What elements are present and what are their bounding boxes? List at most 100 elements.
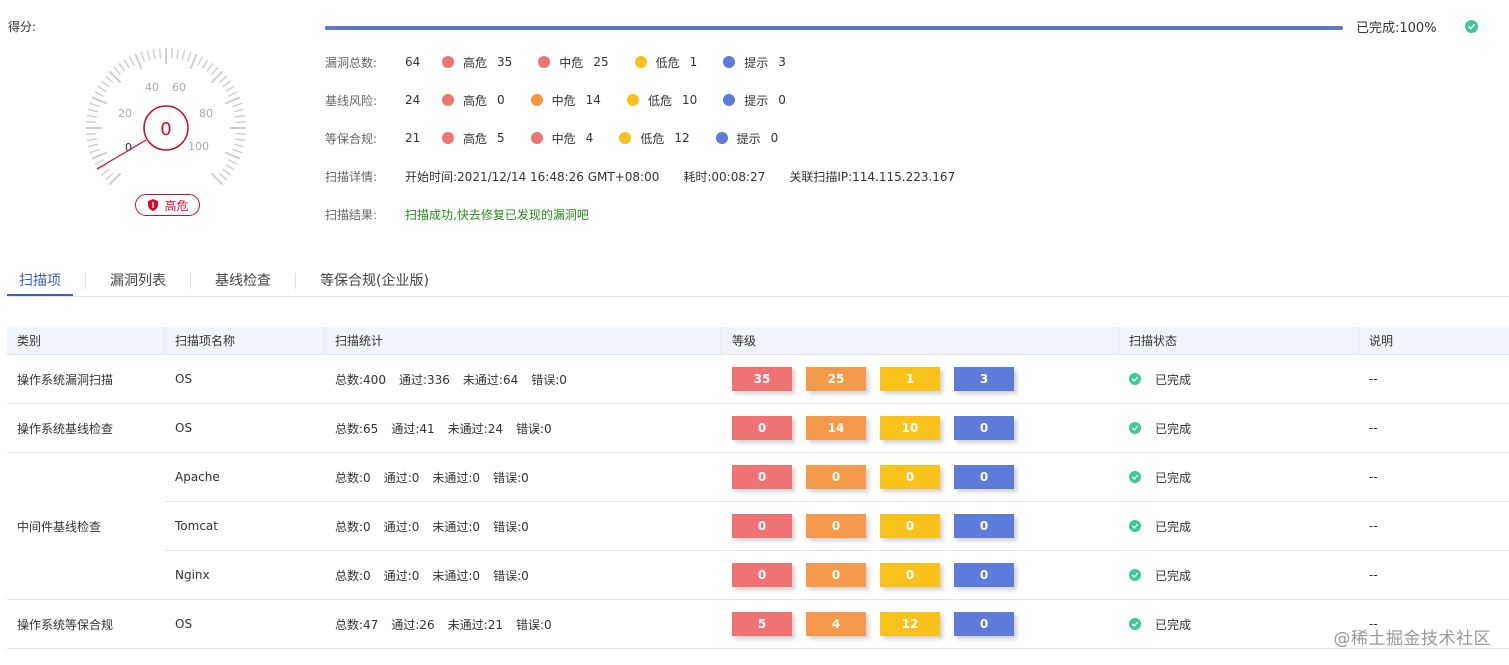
row-status: 已完成 bbox=[1119, 404, 1359, 452]
row-note: -- bbox=[1369, 470, 1378, 484]
level-count-badge[interactable]: 5 bbox=[732, 612, 792, 636]
level-count-badge[interactable]: 0 bbox=[732, 514, 792, 538]
row-stats: 总数:400 通过:336 未通过:64 错误:0 bbox=[325, 355, 722, 403]
row-stat: 未通过:0 bbox=[432, 470, 481, 485]
level-count-badge[interactable]: 12 bbox=[880, 612, 940, 636]
table-row: Tomcat 总数:0 通过:0 未通过:0 错误:0 0 0 0 0 已完成 -- bbox=[7, 502, 1509, 551]
level-count-badge[interactable]: 0 bbox=[954, 563, 1014, 587]
check-circle-icon bbox=[1129, 373, 1141, 385]
tab-bar: 扫描项 漏洞列表 基线检查 等保合规(企业版) bbox=[7, 266, 1509, 297]
level-count-badge[interactable]: 0 bbox=[806, 465, 866, 489]
row-stat: 未通过:0 bbox=[432, 568, 481, 583]
progress-text: 已完成:100% bbox=[1356, 21, 1437, 36]
gauge-tick-mark bbox=[91, 151, 108, 160]
tab-vuln-list[interactable]: 漏洞列表 bbox=[98, 266, 178, 296]
row-levels: 35 25 1 3 bbox=[722, 355, 1119, 403]
gauge-tick-mark bbox=[210, 66, 219, 76]
table-row: Nginx 总数:0 通过:0 未通过:0 错误:0 0 0 0 0 已完成 -- bbox=[7, 551, 1509, 600]
gauge-tick-mark bbox=[146, 50, 151, 61]
row-status-text: 已完成 bbox=[1155, 617, 1192, 632]
header-category: 类别 bbox=[7, 327, 165, 354]
row-stat: 错误:0 bbox=[531, 372, 567, 387]
gauge-tick-mark bbox=[225, 85, 235, 92]
level-count-badge[interactable]: 0 bbox=[732, 563, 792, 587]
gauge-tick-mark bbox=[186, 51, 192, 62]
gauge-tick-mark bbox=[94, 91, 104, 97]
tab-compliance[interactable]: 等保合规(企业版) bbox=[308, 266, 441, 296]
gauge-tick-mark bbox=[86, 114, 98, 118]
level-count-badge[interactable]: 4 bbox=[806, 612, 866, 636]
scan-result-label: 扫描结果: bbox=[325, 207, 378, 222]
level-count-badge[interactable]: 0 bbox=[954, 416, 1014, 440]
tab-baseline-check[interactable]: 基线检查 bbox=[203, 266, 283, 296]
gauge-tick-mark bbox=[134, 53, 143, 70]
progress-bar bbox=[325, 26, 1343, 30]
tab-scan-items[interactable]: 扫描项 bbox=[7, 266, 73, 296]
gauge-tick-mark bbox=[170, 48, 173, 59]
row-stat: 错误:0 bbox=[515, 617, 552, 632]
level-count-badge[interactable]: 14 bbox=[806, 416, 866, 440]
row-stat: 通过:26 bbox=[391, 617, 435, 632]
baseline-low: 低危 10 bbox=[626, 92, 697, 109]
vuln-low: 低危 1 bbox=[634, 54, 697, 71]
level-count-badge[interactable]: 0 bbox=[880, 514, 940, 538]
severity-dot-icon bbox=[723, 94, 736, 106]
compliance-tip: 提示 0 bbox=[715, 130, 778, 147]
header-stats: 扫描统计 bbox=[325, 327, 722, 354]
level-count-badge[interactable]: 25 bbox=[806, 367, 866, 391]
gauge-tick-mark bbox=[91, 96, 108, 105]
check-circle-icon bbox=[1129, 618, 1141, 630]
gauge-tick-mark bbox=[189, 53, 198, 70]
row-stat: 错误:0 bbox=[515, 421, 552, 436]
level-count-badge[interactable]: 0 bbox=[806, 514, 866, 538]
gauge-tick-mark bbox=[100, 168, 110, 176]
gauge-tick-mark bbox=[222, 168, 232, 176]
level-count-badge[interactable]: 0 bbox=[954, 465, 1014, 489]
row-stat: 错误:0 bbox=[493, 519, 529, 534]
gauge-tick-mark bbox=[86, 138, 98, 142]
row-stat: 通过:336 bbox=[398, 372, 450, 387]
gauge-tick-mark bbox=[234, 138, 246, 142]
row-levels: 0000 bbox=[722, 453, 1119, 501]
row-levels: 0000 bbox=[722, 551, 1119, 599]
table-body: 操作系统漏洞扫描 OS 总数:400 通过:336 未通过:64 错误:0 35 25 1 3 已完… bbox=[7, 355, 1509, 649]
header-status: 扫描状态 bbox=[1119, 327, 1359, 354]
level-count-badge[interactable]: 0 bbox=[880, 465, 940, 489]
level-count-badge[interactable]: 0 bbox=[880, 563, 940, 587]
severity-dot-icon bbox=[626, 94, 639, 106]
level-count-badge[interactable]: 3 bbox=[954, 367, 1014, 391]
risk-level-badge: 高危 bbox=[135, 194, 200, 216]
gauge-tick-mark bbox=[224, 151, 241, 160]
level-count-badge[interactable]: 0 bbox=[954, 612, 1014, 636]
level-count-badge[interactable]: 35 bbox=[732, 367, 792, 391]
score-gauge: 0 20 40 60 80 100 0 bbox=[86, 48, 246, 186]
gauge-tick-mark bbox=[88, 143, 99, 148]
gauge-tick-mark bbox=[129, 56, 135, 66]
level-count-badge[interactable]: 10 bbox=[880, 416, 940, 440]
row-note: -- bbox=[1369, 519, 1378, 533]
level-count-badge[interactable]: 0 bbox=[954, 514, 1014, 538]
row-stat: 未通过:24 bbox=[447, 421, 503, 436]
level-count-badge[interactable]: 0 bbox=[806, 563, 866, 587]
row-stat: 未通过:0 bbox=[432, 519, 481, 534]
row-stats: 总数:0 通过:0 未通过:0 错误:0 bbox=[325, 502, 722, 550]
header-level: 等级 bbox=[722, 327, 1119, 354]
row-category: 操作系统基线检查 bbox=[17, 421, 114, 436]
check-circle-icon bbox=[1129, 471, 1141, 483]
level-count-badge[interactable]: 0 bbox=[732, 416, 792, 440]
scan-detail-label: 扫描详情: bbox=[325, 169, 378, 184]
gauge-tick-mark bbox=[97, 85, 107, 92]
gauge-tick-mark bbox=[100, 80, 110, 88]
gauge-score-value: 0 bbox=[160, 119, 171, 140]
gauge-tick-mark bbox=[202, 59, 209, 69]
row-status: 已完成 bbox=[1119, 551, 1359, 599]
level-count-badge[interactable]: 1 bbox=[880, 367, 940, 391]
gauge-tick-mark bbox=[225, 164, 235, 171]
check-circle-icon bbox=[1129, 520, 1141, 532]
gauge-tick-mark bbox=[113, 66, 122, 76]
row-stats: 总数:65 通过:41 未通过:24 错误:0 bbox=[325, 404, 722, 452]
level-count-badge[interactable]: 0 bbox=[732, 465, 792, 489]
check-circle-icon bbox=[1465, 20, 1478, 33]
baseline-summary-label: 基线风险: bbox=[325, 93, 378, 108]
row-stat: 总数:0 bbox=[335, 519, 371, 534]
